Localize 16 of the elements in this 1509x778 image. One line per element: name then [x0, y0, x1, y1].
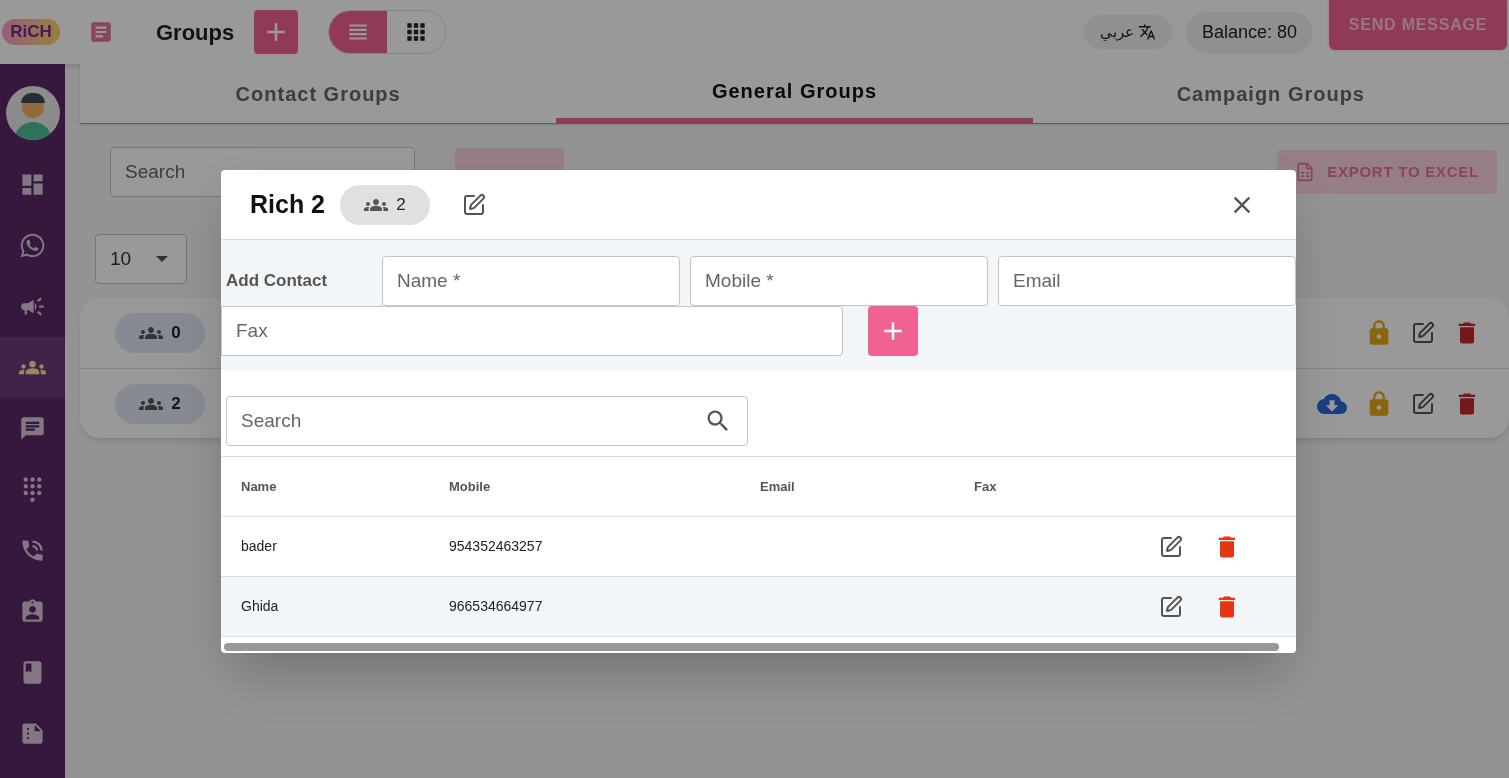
table-cell-text: bader — [241, 537, 278, 556]
page-title: Groups — [156, 18, 235, 47]
table-cell-text: 966534664977 — [449, 597, 544, 616]
dialog-title: Rich 2 — [250, 188, 326, 220]
column-header: Email — [760, 477, 796, 496]
logo: RiCH — [2, 19, 60, 45]
balance-chip: Balance: 80 — [1185, 11, 1313, 53]
column-header: Fax — [974, 477, 998, 496]
member-count: 2 — [396, 193, 406, 216]
member-count: 2 — [171, 392, 181, 415]
add-contact-label: Add Contact — [225, 270, 329, 293]
column-header: Mobile — [449, 477, 492, 496]
member-count: 0 — [171, 322, 181, 345]
table-cell-text: 954352463257 — [449, 537, 544, 556]
column-header: Name — [241, 477, 278, 496]
table-cell-text: Ghida — [241, 597, 280, 616]
